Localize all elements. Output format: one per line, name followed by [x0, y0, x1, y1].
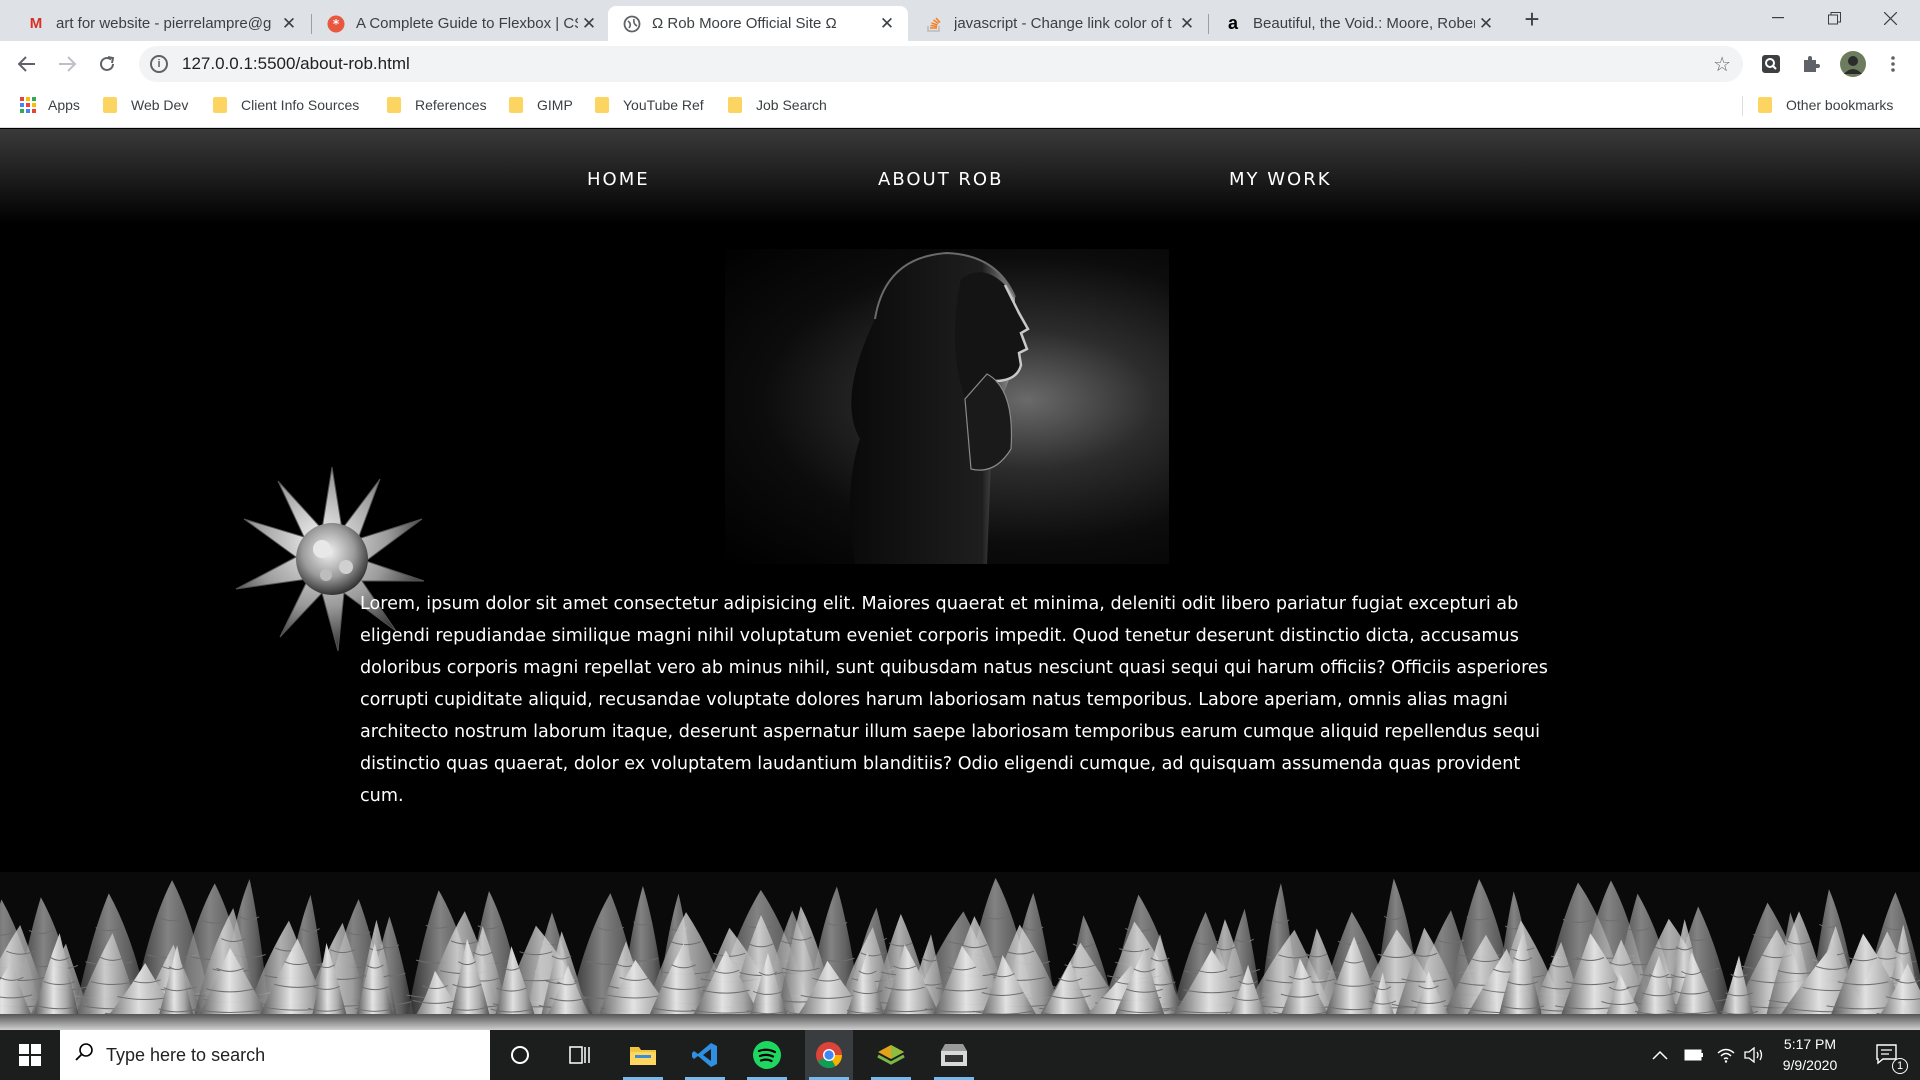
tab-rob-moore[interactable]: Ω Rob Moore Official Site Ω ✕ [608, 6, 908, 41]
tab-title: Ω Rob Moore Official Site Ω [652, 15, 837, 32]
show-hidden-icons-button[interactable] [1652, 1030, 1668, 1080]
bookmark-web-dev[interactable]: Web Dev [103, 88, 188, 122]
system-clock[interactable]: 5:17 PM 9/9/2020 [1755, 1034, 1865, 1076]
folder-icon [103, 97, 117, 113]
url-text[interactable]: 127.0.0.1:5500/about-rob.html [182, 54, 410, 74]
tab-stackoverflow[interactable]: javascript - Change link color of t ✕ [910, 6, 1208, 41]
chrome-app[interactable] [805, 1030, 853, 1080]
gmail-icon: M [29, 15, 43, 32]
close-icon[interactable]: ✕ [278, 14, 300, 34]
vscode-app[interactable] [681, 1030, 729, 1080]
new-tab-button[interactable]: + [1518, 6, 1546, 34]
css-tricks-icon: * [326, 14, 346, 34]
stackoverflow-icon [924, 14, 944, 34]
tab-title: Beautiful, the Void.: Moore, Rober [1253, 15, 1475, 32]
bookmark-gimp[interactable]: GIMP [509, 88, 573, 122]
svg-text:*: * [333, 17, 340, 31]
folder-icon [595, 97, 609, 113]
bookmark-job-search[interactable]: Job Search [728, 88, 827, 122]
tab-title: art for website - pierrelampre@g [56, 15, 272, 32]
globe-icon [622, 14, 642, 34]
close-window-button[interactable] [1862, 0, 1918, 36]
forward-button[interactable] [52, 49, 82, 79]
address-bar[interactable]: i 127.0.0.1:5500/about-rob.html ☆ [139, 46, 1743, 82]
cortana-button[interactable] [496, 1030, 544, 1080]
taskbar-search-box[interactable]: Type here to search [60, 1030, 490, 1080]
bookmark-other-bookmarks[interactable]: Other bookmarks [1758, 88, 1893, 122]
minimize-button[interactable] [1750, 0, 1806, 36]
media-app[interactable] [930, 1030, 978, 1080]
battery-icon[interactable] [1684, 1030, 1704, 1080]
profile-avatar[interactable] [1840, 51, 1866, 77]
bookmark-label: YouTube Ref [623, 97, 704, 113]
bookmark-label: Other bookmarks [1786, 97, 1894, 113]
layers-app[interactable] [867, 1030, 915, 1080]
bookmark-client-info-sources[interactable]: Client Info Sources [213, 88, 359, 122]
footer-shells-image [0, 872, 1920, 1030]
start-button[interactable] [0, 1030, 60, 1080]
spotify-app[interactable] [743, 1030, 791, 1080]
search-placeholder: Type here to search [106, 1044, 266, 1065]
nav-link-home[interactable]: HOME [587, 169, 650, 190]
site-info-icon[interactable]: i [150, 55, 168, 73]
tab-flexbox-guide[interactable]: * A Complete Guide to Flexbox | CS ✕ [312, 6, 610, 41]
tab-title: A Complete Guide to Flexbox | CS [356, 15, 578, 32]
chrome-menu-icon[interactable] [1880, 51, 1906, 77]
nav-link-about-rob[interactable]: ABOUT ROB [878, 169, 1003, 190]
bookmarks-divider [1742, 96, 1743, 116]
action-center-button[interactable]: 1 [1868, 1030, 1908, 1080]
close-icon[interactable]: ✕ [1475, 14, 1497, 34]
reload-button[interactable] [92, 49, 122, 79]
bookmark-star-icon[interactable]: ☆ [1713, 52, 1731, 77]
windows-logo-icon [19, 1044, 41, 1066]
bookmark-label: Apps [48, 97, 80, 113]
tab-title: javascript - Change link color of t [954, 15, 1172, 32]
bookmark-apps[interactable]: Apps [20, 88, 80, 122]
bookmark-label: Job Search [756, 97, 827, 113]
bookmark-label: Client Info Sources [241, 97, 360, 113]
screen-search-extension-icon[interactable] [1758, 51, 1784, 77]
page-viewport: HOME ABOUT ROB MY WORK Lorem, ipsum dolo… [0, 129, 1920, 1030]
windows-taskbar: Type here to search 5:17 PM 9/9/2020 1 [0, 1030, 1920, 1080]
folder-icon [1758, 97, 1772, 113]
browser-toolbar: i 127.0.0.1:5500/about-rob.html ☆ [0, 41, 1920, 88]
bio-paragraph: Lorem, ipsum dolor sit amet consectetur … [360, 594, 1548, 806]
tab-amazon[interactable]: a Beautiful, the Void.: Moore, Rober ✕ [1209, 6, 1507, 41]
tab-gmail[interactable]: M art for website - pierrelampre@g ✕ [12, 6, 310, 41]
close-icon[interactable]: ✕ [1176, 14, 1198, 34]
shell-floor [0, 1014, 1920, 1030]
amazon-icon: a [1227, 13, 1238, 33]
folder-icon [387, 97, 401, 113]
back-button[interactable] [12, 49, 42, 79]
close-icon[interactable]: ✕ [578, 14, 600, 34]
wifi-icon[interactable] [1716, 1030, 1736, 1080]
notification-count: 1 [1892, 1058, 1908, 1074]
folder-icon [509, 97, 523, 113]
bookmark-label: References [415, 97, 487, 113]
search-icon [74, 1042, 94, 1068]
bookmark-references[interactable]: References [387, 88, 487, 122]
bookmark-label: GIMP [537, 97, 573, 113]
file-explorer-app[interactable] [619, 1030, 667, 1080]
restore-button[interactable] [1806, 0, 1862, 36]
folder-icon [213, 97, 227, 113]
clock-date: 9/9/2020 [1782, 1057, 1838, 1073]
extensions-puzzle-icon[interactable] [1798, 51, 1824, 77]
bookmarks-bar: Apps Web Dev Client Info Sources Referen… [0, 88, 1920, 128]
bookmark-youtube-ref[interactable]: YouTube Ref [595, 88, 704, 122]
rob-portrait-image [725, 249, 1169, 564]
clock-time: 5:17 PM [1783, 1036, 1837, 1052]
task-view-button[interactable] [556, 1030, 604, 1080]
tab-strip: M art for website - pierrelampre@g ✕ * A… [0, 0, 1920, 41]
apps-grid-icon [20, 97, 36, 113]
close-icon[interactable]: ✕ [876, 14, 898, 34]
nav-link-my-work[interactable]: MY WORK [1229, 169, 1332, 190]
folder-icon [728, 97, 742, 113]
bookmark-label: Web Dev [131, 97, 189, 113]
site-navigation: HOME ABOUT ROB MY WORK [0, 129, 1920, 224]
